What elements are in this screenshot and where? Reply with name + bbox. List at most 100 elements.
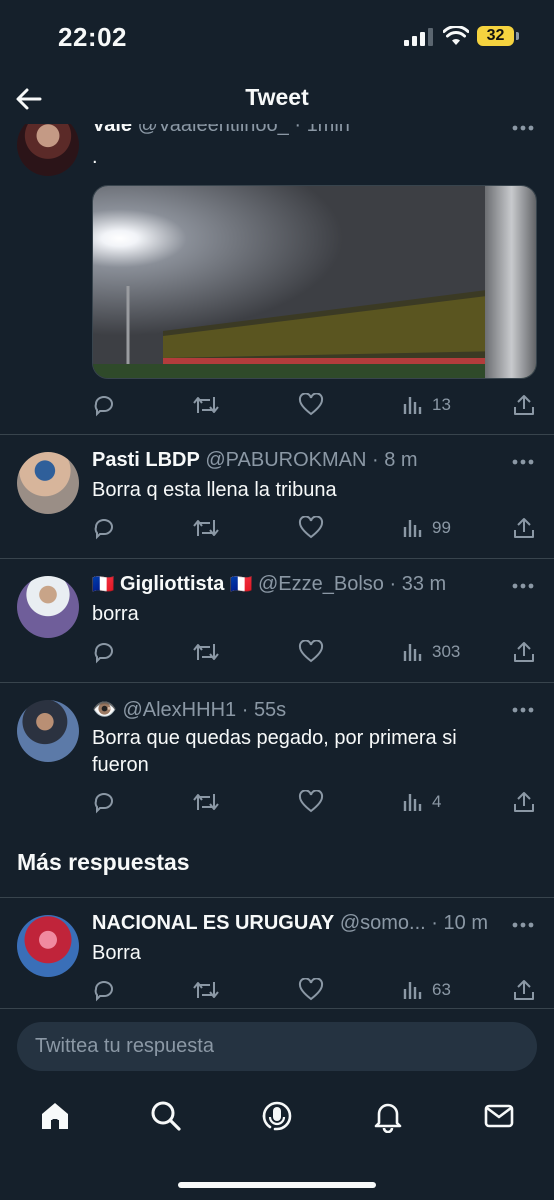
france-flag-icon: 🇫🇷 [92,574,115,594]
author-handle[interactable]: @Vaaleentiinoo_ [138,124,289,136]
author-handle[interactable]: @PABUROKMAN [205,449,366,471]
reply-icon [94,519,113,540]
avatar[interactable] [17,124,79,176]
views-count: 13 [432,395,451,414]
views-count: 4 [432,792,442,811]
author-name[interactable]: NACIONAL ES URUGUAY [92,912,334,934]
more-options-icon[interactable] [512,583,534,589]
views-button[interactable]: 303 [402,639,460,665]
more-options-icon[interactable] [512,125,534,131]
more-options-icon[interactable] [512,922,534,928]
separator-dot: · [431,912,438,934]
author-handle[interactable]: @somo... [340,912,426,934]
spaces-icon[interactable] [260,1099,294,1133]
more-options-icon[interactable] [512,707,534,713]
notifications-icon[interactable] [371,1099,405,1133]
heart-icon [298,640,324,663]
avatar[interactable] [17,576,79,638]
separator-dot: · [389,573,397,595]
tweet-media-image[interactable] [92,185,537,379]
separator-dot: · [294,124,301,136]
retweet-button[interactable] [192,515,220,541]
tweet[interactable]: Pasti LBDP @PABUROKMAN · 8 m Borra q est… [0,435,554,559]
like-button[interactable] [298,977,324,1003]
share-icon [514,642,534,662]
retweet-button[interactable] [192,639,220,665]
like-button[interactable] [298,392,324,418]
stadium-photo [93,186,536,378]
views-icon [403,644,422,661]
tweet-text: Borra [92,942,141,964]
reply-button[interactable] [92,392,116,418]
views-button[interactable]: 4 [402,789,441,815]
avatar[interactable] [17,452,79,514]
reply-icon [94,793,113,814]
reply-button[interactable] [92,515,116,541]
reply-feed[interactable]: Vale @Vaaleentiinoo_ · 1min . 13 Pasti L… [0,124,554,1008]
tweet-time: 1min [306,124,350,136]
share-icon [514,980,534,1000]
tweet-header: 👁️ @AlexHHH1 · 55s [92,697,494,723]
home-indicator[interactable] [178,1182,376,1188]
wifi-icon [443,26,469,45]
reply-input[interactable]: Twittea tu respuesta [17,1022,537,1071]
views-icon [403,520,422,537]
reply-button[interactable] [92,639,116,665]
tweet-text: borra [92,603,139,625]
views-button[interactable]: 63 [402,977,451,1003]
share-icon [514,792,534,812]
heart-icon [298,516,324,539]
retweet-button[interactable] [192,789,220,815]
tweet[interactable]: 🇫🇷 Gigliottista 🇫🇷 @Ezze_Bolso · 33 m bo… [0,559,554,683]
share-button[interactable] [513,639,535,665]
views-count: 99 [432,518,451,537]
avatar[interactable] [17,915,79,977]
views-count: 63 [432,980,451,999]
tweet[interactable]: 👁️ @AlexHHH1 · 55s Borra que quedas pega… [0,683,554,833]
views-icon [403,794,422,811]
views-button[interactable]: 13 [402,392,451,418]
reply-icon [94,981,113,1002]
views-button[interactable]: 99 [402,515,451,541]
like-button[interactable] [298,789,324,815]
author-name[interactable]: Gigliottista [120,573,224,595]
avatar[interactable] [17,700,79,762]
header: Tweet [0,74,554,124]
author-handle[interactable]: @Ezze_Bolso [258,573,384,595]
status-bar: 22:02 32 [0,0,554,74]
reply-icon [94,643,113,664]
author-name[interactable]: Pasti LBDP [92,449,200,471]
retweet-icon [193,794,219,810]
share-button[interactable] [513,392,535,418]
tweet[interactable]: Vale @Vaaleentiinoo_ · 1min . 13 [0,124,554,435]
reply-button[interactable] [92,789,116,815]
composer-divider [0,1008,554,1009]
share-button[interactable] [513,977,535,1003]
tweet-actions: 303 [92,639,536,665]
tweet-time: 8 m [384,449,418,471]
tweet-actions: 4 [92,789,536,815]
author-name-emoji[interactable]: 👁️ [92,699,117,721]
search-icon[interactable] [149,1099,183,1133]
tweet-actions: 63 [92,977,536,1003]
tweet[interactable]: NACIONAL ES URUGUAY @somo... · 10 m Borr… [0,898,554,1008]
reply-button[interactable] [92,977,116,1003]
more-replies-heading: Más respuestas [17,849,190,875]
retweet-button[interactable] [192,392,220,418]
share-button[interactable] [513,789,535,815]
share-button[interactable] [513,515,535,541]
home-icon[interactable] [38,1099,72,1133]
views-icon [403,397,422,414]
author-name[interactable]: Vale [92,124,132,136]
separator-dot: · [372,449,379,471]
tweet-text: Borra que quedas pegado, por primera si … [92,727,457,776]
messages-icon[interactable] [482,1099,516,1133]
like-button[interactable] [298,639,324,665]
like-button[interactable] [298,515,324,541]
retweet-button[interactable] [192,977,220,1003]
tweet-text: . [92,146,98,168]
tweet-actions: 13 [92,392,536,418]
tweet-text: Borra q esta llena la tribuna [92,479,337,501]
author-handle[interactable]: @AlexHHH1 [122,699,236,721]
more-options-icon[interactable] [512,459,534,465]
